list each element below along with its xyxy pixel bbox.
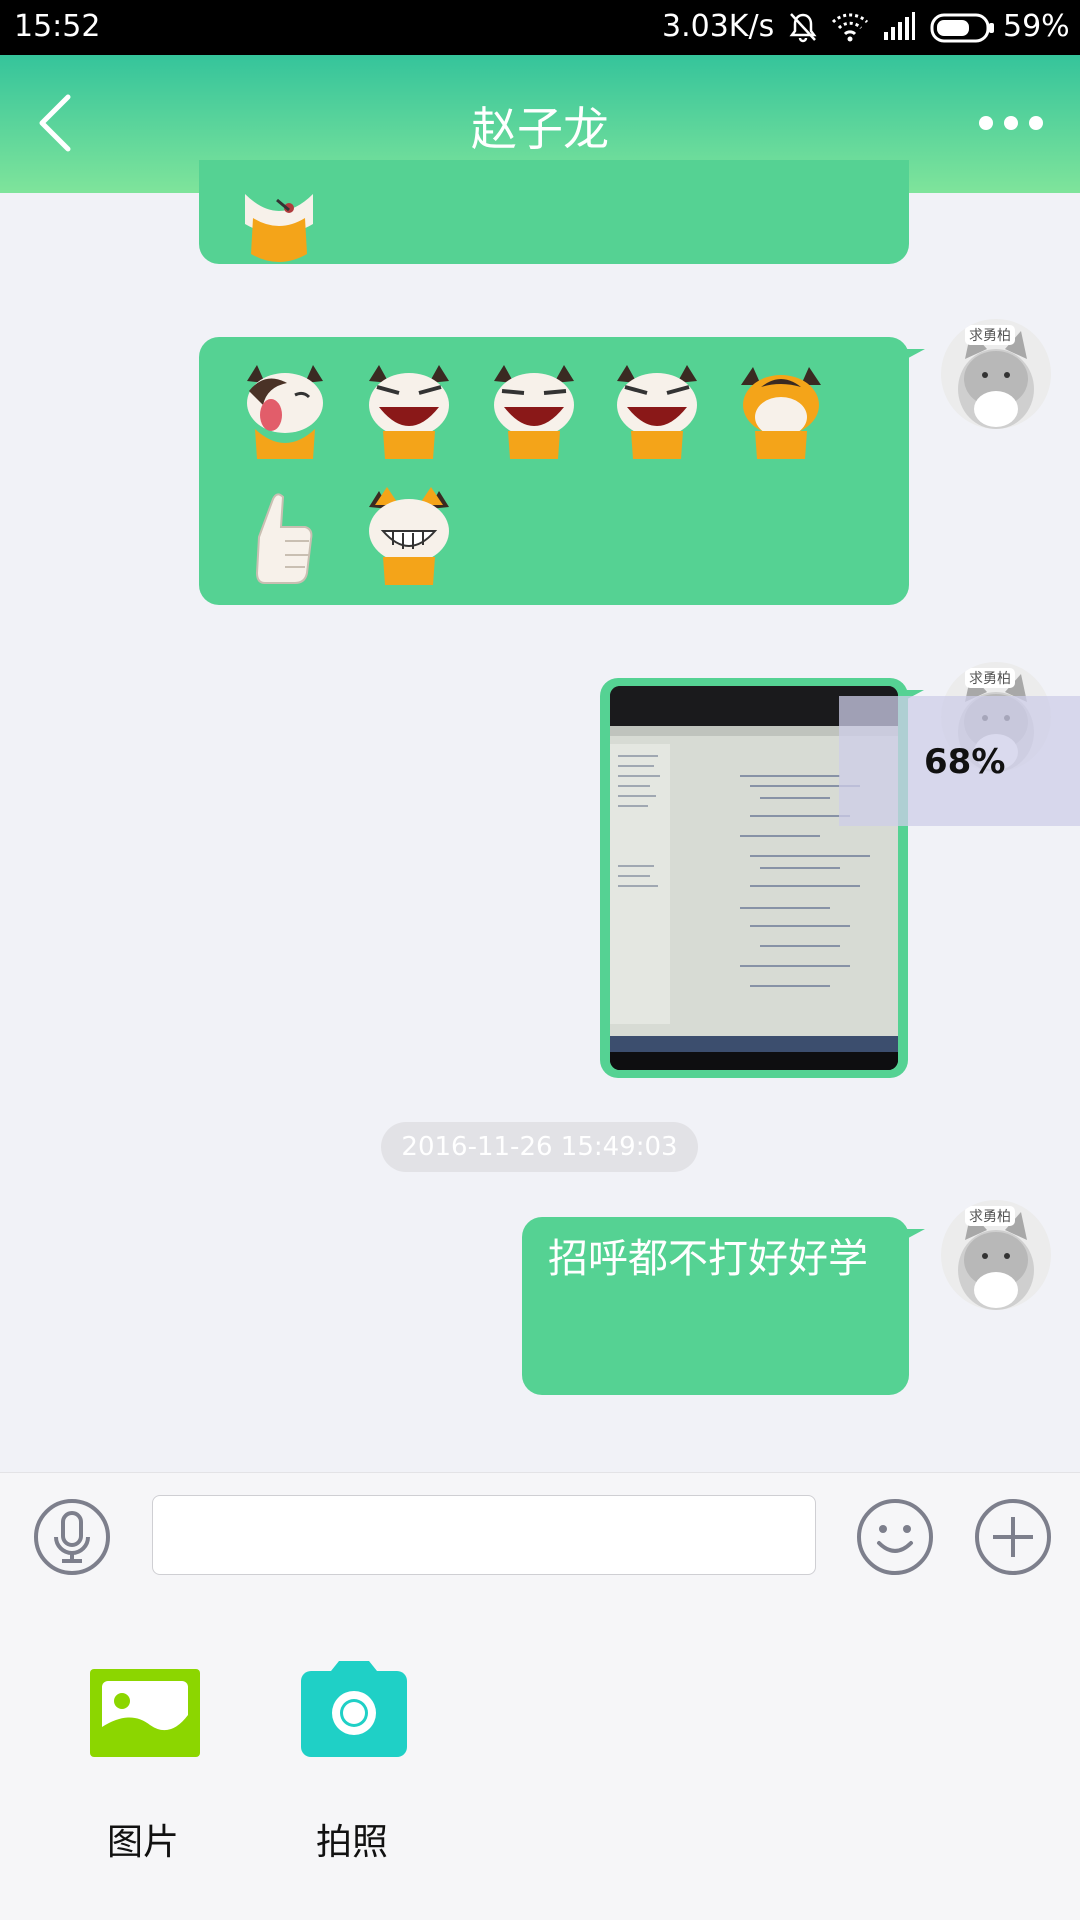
status-time: 15:52 [14,9,101,44]
plus-circle-icon[interactable] [973,1497,1053,1577]
avatar[interactable]: 求勇柏 [941,1200,1051,1310]
avatar-tag: 求勇柏 [965,668,1015,688]
attach-camera-label: 拍照 [316,1822,389,1863]
bubble-tail [899,349,925,363]
avatar[interactable]: 求勇柏 [941,319,1051,429]
attach-image-label: 图片 [107,1822,180,1863]
upload-progress-overlay: 68% [839,696,1080,826]
wifi-icon [831,13,869,42]
cow-sticker-grin-icon [369,487,449,585]
cow-sticker-shout-icon [617,365,697,459]
image-icon [90,1669,200,1757]
sticker-bubble[interactable] [199,160,909,264]
attach-image-option[interactable]: 图片 [60,1661,230,1901]
avatar-tag: 求勇柏 [965,1206,1015,1226]
smiley-icon[interactable] [855,1497,935,1577]
cow-sticker-back-icon [741,367,821,459]
attachment-panel: 图片 拍照 [0,1601,1080,1920]
status-bar: 15:52 3.03K/s 59% [0,0,1080,55]
battery-percent: 59% [1003,9,1070,44]
signal-icon [884,12,915,40]
network-speed: 3.03K/s [662,9,775,44]
message-text: 招呼都不打好好学 [548,1236,868,1282]
cow-sticker-shout-icon [369,365,449,459]
microphone-icon[interactable] [32,1497,112,1577]
avatar-tag: 求勇柏 [965,325,1015,345]
attach-camera-option[interactable]: 拍照 [270,1661,440,1901]
message-timestamp: 2016-11-26 15:49:03 [381,1122,698,1172]
cow-sticker-tongue-icon [247,365,323,459]
cow-sticker-icon [245,194,313,262]
bubble-tail [899,1229,925,1243]
input-bar [0,1472,1080,1601]
upload-progress-text: 68% [924,742,1006,782]
cow-sticker-shout-icon [494,365,574,459]
camera-icon [301,1661,407,1757]
thumbs-up-sticker-icon [255,493,313,584]
sticker-row-bubble[interactable] [199,337,925,605]
message-input[interactable] [152,1495,816,1575]
bell-off-icon [789,13,817,43]
more-dots-icon[interactable] [978,115,1044,131]
chat-title: 赵子龙 [471,102,609,156]
battery-icon [930,13,994,43]
